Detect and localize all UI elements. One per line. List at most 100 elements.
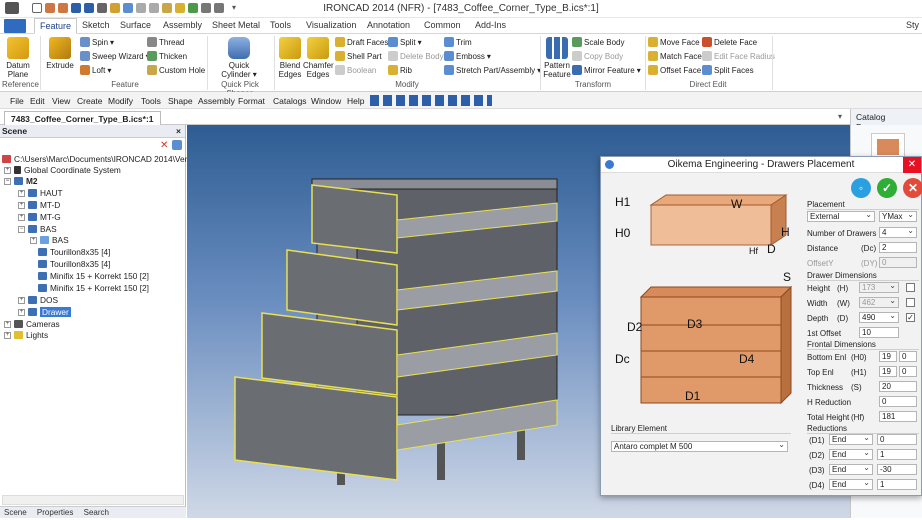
tab-surface[interactable]: Surface [116, 20, 155, 30]
placement-select[interactable]: External [807, 210, 875, 222]
placement-axis-select[interactable]: YMax [879, 210, 917, 222]
rib-button[interactable]: Rib [388, 65, 412, 75]
reduction-mode-select[interactable]: End [829, 463, 873, 475]
bottom-enl-input[interactable]: 19 [879, 351, 897, 362]
first-offset-input[interactable]: 10 [859, 327, 899, 338]
tab-sheet-metal[interactable]: Sheet Metal [208, 20, 264, 30]
top-enl-input[interactable]: 19 [879, 366, 897, 377]
menu-create[interactable]: Create [77, 96, 103, 106]
tab-list-chevron-icon[interactable]: ▾ [838, 112, 842, 121]
menu-modify[interactable]: Modify [108, 96, 133, 106]
tree-item-minifix-2[interactable]: Minifix 15 + Korrekt 150 [2] [38, 283, 149, 293]
style-menu[interactable]: Sty [902, 20, 922, 30]
thickness-input[interactable]: 20 [879, 381, 917, 392]
offset-face-button[interactable]: Offset Face [648, 65, 701, 75]
tree-item-dos[interactable]: + DOS [18, 295, 58, 305]
reduction-mode-select[interactable]: End [829, 478, 873, 490]
reduction-value-input[interactable]: 1 [877, 479, 917, 490]
menu-format[interactable]: Format [238, 96, 265, 106]
menu-edit[interactable]: Edit [30, 96, 45, 106]
document-tab[interactable]: 7483_Coffee_Corner_Type_B.ics*:1 × [4, 111, 161, 134]
menu-tools[interactable]: Tools [141, 96, 161, 106]
tab-feature[interactable]: Feature [34, 18, 78, 34]
ok-button[interactable]: ✓ [877, 178, 897, 198]
tab-visualization[interactable]: Visualization [302, 20, 360, 30]
edit-face-radius-button[interactable]: Edit Face Radius [702, 51, 775, 61]
shell-part-button[interactable]: Shell Part [335, 51, 382, 61]
library-element-select[interactable]: Antaro complet M 500 [611, 440, 788, 452]
tab-assembly[interactable]: Assembly [159, 20, 206, 30]
tree-item-drawer[interactable]: + Drawer [18, 307, 71, 317]
total-height-input[interactable]: 181 [879, 411, 917, 422]
delete-icon[interactable]: ✕ [160, 140, 168, 151]
trim-button[interactable]: Trim [444, 37, 472, 47]
info-button[interactable]: ◦ [851, 178, 871, 198]
close-dialog-button[interactable]: ✕ [903, 157, 921, 173]
cabinet-top[interactable] [311, 178, 558, 190]
draft-faces-button[interactable]: Draft Faces [335, 37, 388, 47]
view-toolbar-icons[interactable] [370, 95, 492, 106]
menu-assembly[interactable]: Assembly [198, 96, 235, 106]
delete-body-button[interactable]: Delete Body [388, 51, 444, 61]
file-menu-button[interactable] [4, 19, 26, 33]
stretch-button[interactable]: Stretch Part/Assembly ▾ [444, 65, 541, 75]
thicken-button[interactable]: Thicken [147, 51, 187, 61]
sort-icon[interactable] [172, 140, 182, 150]
boolean-button[interactable]: Boolean [335, 65, 376, 75]
copy-body-button[interactable]: Copy Body [572, 51, 623, 61]
reduction-value-input[interactable]: -30 [877, 464, 917, 475]
tab-search[interactable]: Search [84, 508, 109, 517]
number-of-drawers-select[interactable]: 4 [879, 226, 917, 238]
tab-properties[interactable]: Properties [37, 508, 73, 517]
chamfer-edges-button[interactable]: Chamfer Edges [303, 37, 334, 79]
tree-item-bas[interactable]: − BAS [18, 224, 57, 234]
tree-item-tourillon-1[interactable]: Tourillon8x35 [4] [38, 247, 110, 257]
distance-input[interactable]: 2 [879, 242, 917, 253]
top-enl-input-b[interactable]: 0 [899, 366, 917, 377]
width-checkbox[interactable] [906, 298, 915, 307]
reduction-mode-select[interactable]: End [829, 448, 873, 460]
horizontal-scrollbar[interactable] [2, 495, 184, 505]
height-checkbox[interactable] [906, 283, 915, 292]
height-select[interactable]: 173 [859, 281, 899, 293]
tab-scene[interactable]: Scene [4, 508, 27, 517]
bottom-enl-input-b[interactable]: 0 [899, 351, 917, 362]
extrude-button[interactable]: Extrude [44, 37, 76, 70]
quick-cylinder-button[interactable]: Quick Cylinder ▾ [214, 37, 264, 79]
h-reduction-input[interactable]: 0 [879, 396, 917, 407]
catalog-browser-tab[interactable]: Catalog Browser [850, 109, 922, 132]
scale-body-button[interactable]: Scale Body [572, 37, 624, 47]
depth-select[interactable]: 490 [859, 311, 899, 323]
menu-catalogs[interactable]: Catalogs [273, 96, 307, 106]
mirror-feature-button[interactable]: Mirror Feature ▾ [572, 65, 641, 75]
tree-item-global-coordinate[interactable]: + Global Coordinate System [4, 165, 121, 175]
match-face-button[interactable]: Match Face [648, 51, 702, 61]
tree-item-mt-g[interactable]: + MT-G [18, 212, 61, 222]
emboss-button[interactable]: Emboss ▾ [444, 51, 491, 61]
width-select[interactable]: 462 [859, 296, 899, 308]
tree-item-tourillon-2[interactable]: Tourillon8x35 [4] [38, 259, 110, 269]
split-faces-button[interactable]: Split Faces [702, 65, 754, 75]
menu-window[interactable]: Window [311, 96, 341, 106]
reduction-mode-select[interactable]: End [829, 433, 873, 445]
tree-item-cameras[interactable]: + Cameras [4, 319, 60, 329]
tree-item-mt-d[interactable]: + MT-D [18, 200, 60, 210]
thread-button[interactable]: Thread [147, 37, 184, 47]
pattern-feature-button[interactable]: Pattern Feature [543, 37, 571, 79]
reduction-value-input[interactable]: 0 [877, 434, 917, 445]
loft-button[interactable]: Loft ▾ [80, 65, 111, 75]
datum-plane-button[interactable]: Datum Plane [3, 37, 33, 79]
tab-tools[interactable]: Tools [266, 20, 295, 30]
spin-button[interactable]: Spin ▾ [80, 37, 114, 47]
tab-common[interactable]: Common [420, 20, 465, 30]
tree-root[interactable]: C:\Users\Marc\Documents\IRONCAD 2014\Ver… [2, 154, 194, 164]
tree-item-lights[interactable]: + Lights [4, 330, 48, 340]
sweep-wizard-button[interactable]: Sweep Wizard ▾ [80, 51, 150, 61]
split-button[interactable]: Split ▾ [388, 37, 422, 47]
tab-annotation[interactable]: Annotation [363, 20, 414, 30]
cancel-button[interactable]: ✕ [903, 178, 922, 198]
offsety-input[interactable]: 0 [879, 257, 917, 268]
tree-item-bas-child[interactable]: + BAS [30, 235, 69, 245]
tree-item-haut[interactable]: + HAUT [18, 188, 63, 198]
tree-item-minifix-1[interactable]: Minifix 15 + Korrekt 150 [2] [38, 271, 149, 281]
